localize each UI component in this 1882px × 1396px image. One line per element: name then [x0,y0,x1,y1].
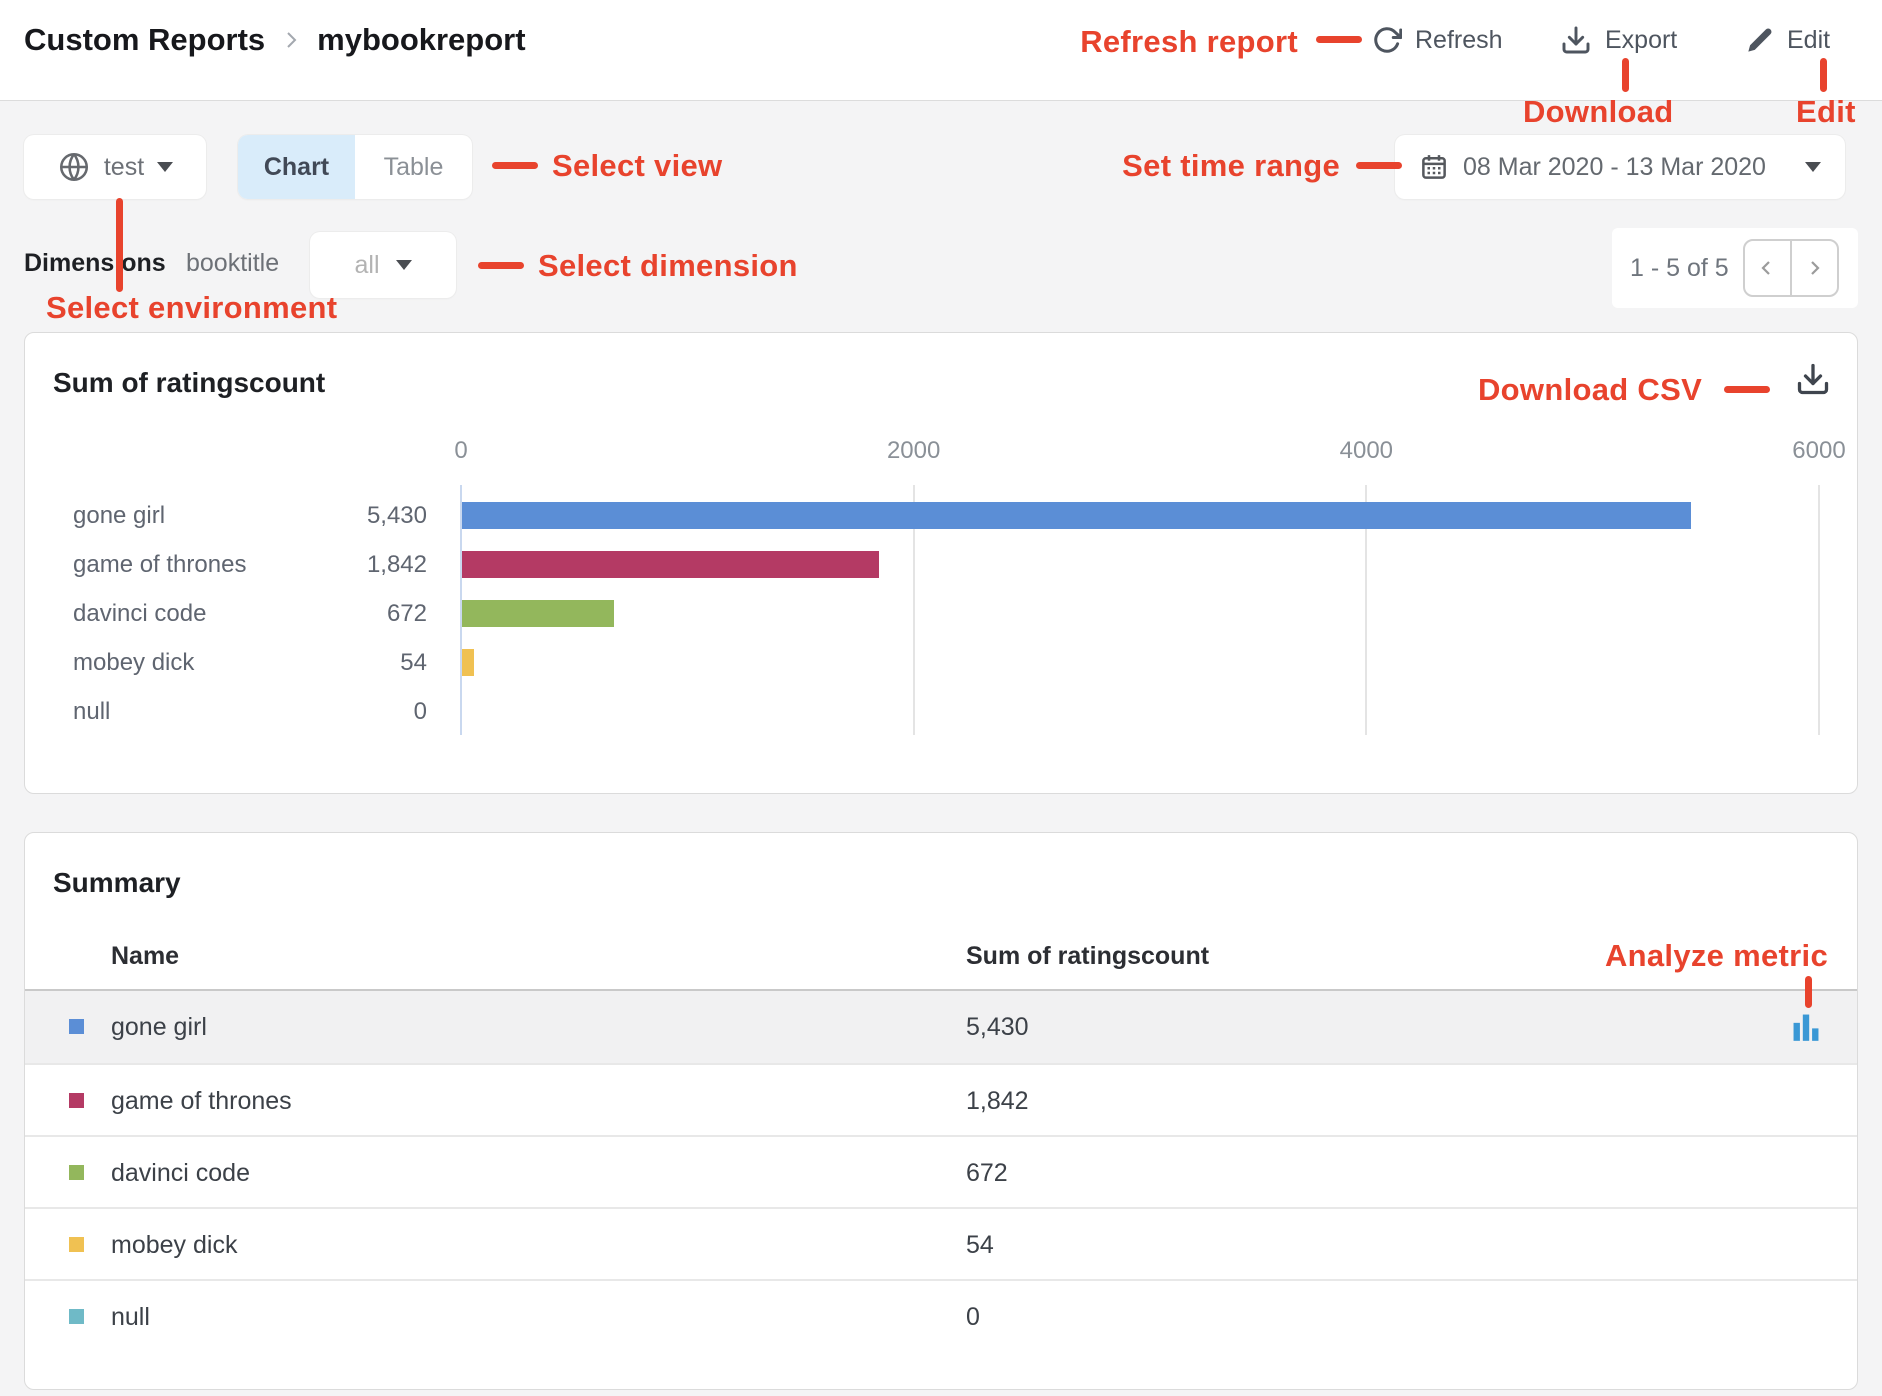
date-range-picker[interactable]: 08 Mar 2020 - 13 Mar 2020 [1395,135,1845,199]
edit-button[interactable]: Edit [1746,18,1830,62]
dimension-name: booktitle [186,249,279,278]
custom-report-page: { "annotation_color": "#e8432d", "annota… [0,0,1882,1396]
chart-title: Sum of ratingscount [53,367,325,399]
table-row[interactable]: gone girl 5,430 [25,991,1857,1063]
annotation-line [116,198,123,292]
chart-value-label: 0 [275,687,427,736]
summary-title: Summary [53,867,181,899]
axis-tick-label: 2000 [887,437,940,465]
annotation-line [1805,976,1812,1008]
pencil-icon [1746,26,1774,54]
summary-row-value: 54 [966,1209,994,1281]
export-label: Export [1605,26,1677,55]
dimensions-label: Dimensions [24,249,166,278]
download-icon [1560,24,1592,56]
edit-label: Edit [1787,26,1830,55]
bar-chart-icon [1789,1009,1823,1045]
summary-table-header: Name Sum of ratingscount [25,926,1857,991]
annotation-analyze-metric: Analyze metric [1605,938,1828,974]
annotation-select-dimension: Select dimension [538,248,798,284]
export-button[interactable]: Export [1560,18,1677,62]
refresh-icon [1372,25,1402,55]
environment-select[interactable]: test [24,135,206,199]
summary-row-name: game of thrones [111,1065,292,1137]
column-header-value: Sum of ratingscount [966,926,1209,986]
chart-bar [462,551,879,578]
summary-row-value: 672 [966,1137,1008,1209]
annotation-dash [1356,162,1402,169]
series-swatch [69,1019,84,1034]
annotation-select-view: Select view [552,148,722,184]
globe-icon [57,150,91,184]
summary-row-name: gone girl [111,991,207,1063]
annotation-dash [478,262,524,269]
analyze-metric-button[interactable] [1789,1009,1823,1045]
chevron-down-icon [1805,162,1821,172]
summary-row-value: 5,430 [966,991,1029,1063]
annotation-dash [1724,386,1770,393]
annotation-line [1622,58,1629,92]
breadcrumb-report-name: mybookreport [317,22,525,58]
table-row[interactable]: davinci code 672 [25,1135,1857,1207]
chart-bar [462,600,614,627]
pagination: 1 - 5 of 5 [1612,228,1858,308]
annotation-dash [1316,36,1362,43]
breadcrumb-chevron-icon [279,28,303,52]
chart-bar [462,502,1691,529]
tab-table[interactable]: Table [355,135,472,199]
chart-value-label: 5,430 [275,491,427,540]
annotation-select-environment: Select environment [46,290,337,326]
summary-table-body: gone girl5,430game of thrones1,842davinc… [25,991,1857,1351]
gridline [1818,485,1820,735]
axis-tick-label: 4000 [1340,437,1393,465]
dimension-filter-value: all [354,251,379,280]
dimension-filter-select[interactable]: all [310,232,456,298]
view-toggle: Chart Table [238,135,472,199]
summary-row-value: 0 [966,1281,980,1353]
table-row[interactable]: game of thrones 1,842 [25,1063,1857,1135]
axis-tick-label: 0 [454,437,467,465]
series-swatch [69,1309,84,1324]
refresh-button[interactable]: Refresh [1372,18,1503,62]
chevron-down-icon [396,260,412,270]
annotation-set-time-range: Set time range [1122,148,1340,184]
annotation-edit: Edit [1796,94,1856,130]
chart-value-label: 1,842 [275,540,427,589]
axis-tick-label: 6000 [1792,437,1845,465]
annotation-download-csv: Download CSV [1478,372,1702,408]
chevron-down-icon [157,162,173,172]
series-swatch [69,1165,84,1180]
previous-page-button[interactable] [1745,241,1792,295]
refresh-label: Refresh [1415,26,1503,55]
pagination-buttons [1743,239,1839,297]
next-page-button[interactable] [1792,241,1837,295]
summary-row-name: mobey dick [111,1209,237,1281]
date-range-value: 08 Mar 2020 - 13 Mar 2020 [1463,153,1766,182]
column-header-name: Name [111,926,179,986]
series-swatch [69,1093,84,1108]
page-header: Custom Reports mybookreport Refresh Expo… [0,0,1882,101]
summary-row-name: null [111,1281,150,1353]
chart-value-label: 672 [275,589,427,638]
pagination-range: 1 - 5 of 5 [1630,254,1729,283]
calendar-icon [1419,152,1449,182]
breadcrumb-section[interactable]: Custom Reports [24,22,265,58]
summary-row-value: 1,842 [966,1065,1029,1137]
chart-value-label: 54 [275,638,427,687]
summary-row-name: davinci code [111,1137,250,1209]
breadcrumb: Custom Reports mybookreport [24,0,526,80]
table-row[interactable]: mobey dick 54 [25,1207,1857,1279]
chart-bar [462,649,474,676]
annotation-refresh-report: Refresh report [1080,24,1298,60]
environment-value: test [104,153,144,182]
download-csv-button[interactable] [1795,361,1831,397]
annotation-dash [492,162,538,169]
table-row[interactable]: null 0 [25,1279,1857,1351]
summary-panel: Summary Name Sum of ratingscount gone gi… [24,832,1858,1390]
annotation-download: Download [1523,94,1674,130]
series-swatch [69,1237,84,1252]
tab-chart[interactable]: Chart [238,135,355,199]
annotation-line [1820,58,1827,92]
